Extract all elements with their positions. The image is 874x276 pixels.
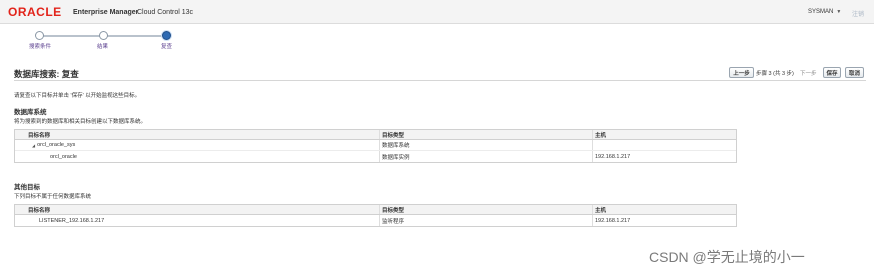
page-title: 数据库搜索: 复查 [14, 69, 79, 79]
column-divider [379, 215, 380, 226]
table-row[interactable]: LISTENER_192.168.1.217 监听程序 192.168.1.21… [15, 215, 736, 226]
train-connector-2 [106, 35, 164, 37]
column-header-target-type[interactable]: 目标类型 [382, 205, 404, 214]
tree-node-cell: ◢ orcl_oracle_sys [32, 140, 75, 150]
oracle-logo: ORACLE [8, 5, 62, 19]
cancel-button[interactable]: 取消 [845, 67, 864, 78]
column-divider [592, 215, 593, 226]
train-stop-review [162, 31, 171, 40]
chevron-down-icon: ▼ [836, 9, 842, 15]
save-button[interactable]: 保存 [823, 67, 841, 78]
target-type: 监听程序 [382, 218, 405, 225]
user-menu[interactable]: SYSMAN ▼ [808, 9, 841, 15]
db-systems-description: 将为搜索到的数据库和相关目标创建以下数据库系统。 [14, 119, 147, 125]
column-divider [592, 151, 593, 162]
column-header-target-type[interactable]: 目标类型 [382, 130, 404, 139]
train-label-results[interactable]: 结果 [97, 42, 108, 50]
product-name: Enterprise Manager [73, 9, 139, 16]
db-systems-heading: 数据库系统 [14, 109, 47, 116]
column-header-target-name[interactable]: 目标名称 [28, 130, 50, 139]
user-name: SYSMAN [808, 9, 834, 15]
column-header-target-name[interactable]: 目标名称 [28, 205, 50, 214]
logout-link[interactable]: 注销 [852, 9, 864, 18]
target-name: orcl_oracle_sys [37, 142, 76, 148]
target-host: 192.168.1.217 [595, 217, 631, 224]
table-header-row: 目标名称 目标类型 主机 [15, 205, 736, 215]
target-name: LISTENER_192.168.1.217 [39, 217, 105, 224]
step-indicator: 步骤 3 (共 3 步) [756, 71, 794, 77]
other-targets-table: 目标名称 目标类型 主机 LISTENER_192.168.1.217 监听程序… [14, 204, 737, 227]
column-divider [379, 151, 380, 162]
table-header-row: 目标名称 目标类型 主机 [15, 130, 736, 140]
column-divider [379, 205, 380, 214]
instructions-text: 请复查以下目标并单击 '保存' 以开始监视这些目标。 [14, 93, 141, 99]
db-systems-table: 目标名称 目标类型 主机 ◢ orcl_oracle_sys 数据库系统 orc… [14, 129, 737, 163]
global-header: ORACLE Enterprise Manager Cloud Control … [0, 0, 874, 24]
table-row[interactable]: orcl_oracle 数据库实例 192.168.1.217 [15, 151, 736, 162]
train-label-review: 复查 [161, 44, 173, 50]
other-targets-description: 下列目标不属于任何数据库系统 [14, 194, 92, 200]
train-label-search-criteria[interactable]: 搜索条件 [29, 42, 51, 50]
train-stop-search-criteria[interactable] [35, 31, 44, 40]
column-divider [592, 130, 593, 139]
column-divider [379, 130, 380, 139]
column-header-host[interactable]: 主机 [595, 130, 606, 139]
target-type: 数据库实例 [382, 154, 410, 161]
other-targets-heading: 其他目标 [14, 184, 40, 191]
table-row[interactable]: ◢ orcl_oracle_sys 数据库系统 [15, 140, 736, 151]
target-host: 192.168.1.217 [595, 153, 631, 160]
column-header-host[interactable]: 主机 [595, 205, 606, 214]
tree-expanded-icon[interactable]: ◢ [32, 143, 35, 148]
column-divider [592, 205, 593, 214]
column-divider [379, 140, 380, 150]
target-name: orcl_oracle [50, 153, 77, 160]
product-edition: Cloud Control 13c [137, 9, 194, 16]
back-button[interactable]: 上一步 [729, 67, 754, 78]
title-divider [14, 80, 866, 81]
next-button[interactable]: 下一步 [800, 69, 817, 77]
train-connector-1 [40, 35, 102, 37]
target-type: 数据库系统 [382, 143, 410, 149]
csdn-watermark: CSDN @学无止境的小一 [649, 249, 805, 265]
column-divider [592, 140, 593, 150]
train-stop-results[interactable] [99, 31, 108, 40]
